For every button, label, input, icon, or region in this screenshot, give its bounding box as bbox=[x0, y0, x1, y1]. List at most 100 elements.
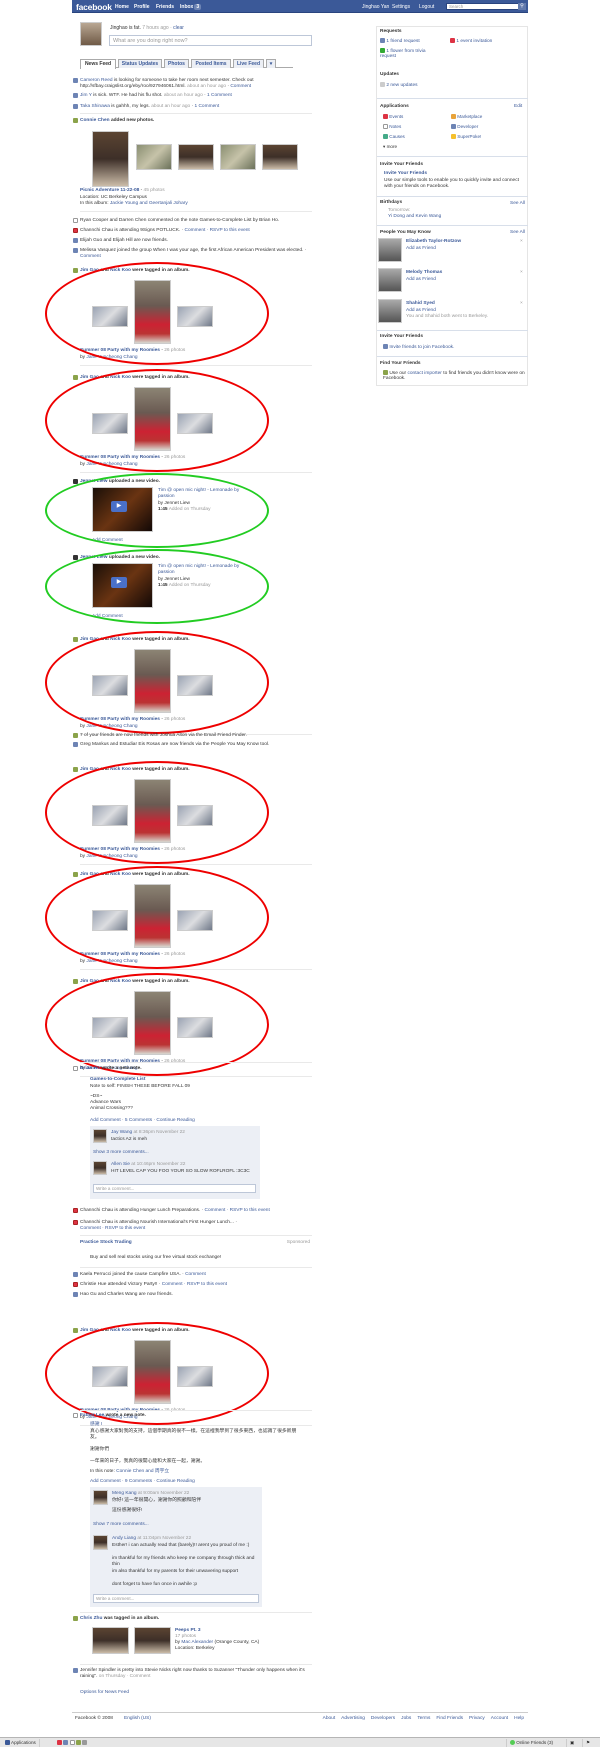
dismiss-close-icon[interactable]: × bbox=[520, 301, 523, 307]
photo-thumbnail[interactable] bbox=[178, 144, 214, 170]
photo-thumbnail[interactable] bbox=[92, 805, 128, 826]
photo-thumbnail[interactable] bbox=[262, 144, 298, 170]
video-icon[interactable] bbox=[82, 1740, 88, 1746]
suggested-person-name[interactable]: Melody Thomas bbox=[406, 270, 442, 276]
photo-thumbnail[interactable] bbox=[177, 910, 213, 931]
add-comment-link[interactable]: Add Comment bbox=[92, 614, 322, 620]
photo-thumbnail[interactable] bbox=[177, 306, 213, 327]
app-superpoke[interactable]: SuperPoke! bbox=[451, 134, 481, 140]
links-icon[interactable] bbox=[75, 1740, 81, 1746]
chat-options-icon[interactable]: ▣ bbox=[566, 1739, 577, 1747]
story-actor[interactable]: Father Lee bbox=[80, 1413, 104, 1418]
comment-link[interactable]: Comment bbox=[80, 254, 101, 259]
story-actor[interactable]: Jim Y bbox=[80, 93, 92, 98]
online-friends-button[interactable]: Online Friends (3) bbox=[506, 1739, 556, 1747]
story-actor[interactable]: Jim Gao bbox=[80, 767, 99, 772]
pymk-see-all[interactable]: See All bbox=[510, 230, 525, 236]
story-actor[interactable]: Cameron Reed bbox=[80, 78, 113, 83]
footer-link[interactable]: Developers bbox=[371, 1716, 395, 1721]
note-links[interactable]: Add Comment · 5 Comments · Continue Read… bbox=[90, 1118, 320, 1124]
footer-link[interactable]: Advertising bbox=[341, 1716, 365, 1721]
add-as-friend-link[interactable]: Add as Friend bbox=[406, 246, 436, 252]
story-actor[interactable]: Nick Koo bbox=[110, 767, 131, 772]
ad-title[interactable]: Practice Stock Trading bbox=[80, 1240, 132, 1245]
rsvp-link[interactable]: Comment · RSVP to this event bbox=[205, 1208, 270, 1213]
rsvp-link[interactable]: Comment · RSVP to this event bbox=[185, 228, 250, 233]
nav-friends[interactable]: Friends bbox=[156, 4, 174, 11]
album-owner-link[interactable]: Jane Yuncheong Chang bbox=[86, 724, 137, 729]
rsvp-link[interactable]: Comment · RSVP to this event bbox=[162, 1282, 227, 1287]
write-comment-input[interactable]: Write a comment... bbox=[93, 1184, 256, 1193]
photo-thumbnail[interactable] bbox=[134, 280, 171, 344]
story-actor[interactable]: Jim Gao bbox=[80, 637, 99, 642]
story-actor[interactable]: Nick Koo bbox=[110, 1328, 131, 1333]
photo-thumbnail[interactable] bbox=[134, 884, 171, 948]
note-title[interactable]: Games-to-Complete List bbox=[90, 1077, 320, 1083]
album-owner-link[interactable]: Jane Yuncheong Chang bbox=[86, 959, 137, 964]
suggested-person-name[interactable]: Shahid Syed bbox=[406, 301, 435, 307]
write-comment-input[interactable]: Write a comment... bbox=[93, 1594, 259, 1603]
album-title[interactable]: Summer 08 Party with my Roomies bbox=[80, 455, 160, 460]
story-actor[interactable]: Nick Koo bbox=[110, 268, 131, 273]
story-actor[interactable]: Jim Gao bbox=[80, 375, 99, 380]
add-comment-link[interactable]: Add Comment bbox=[92, 538, 322, 544]
video-title-link[interactable]: Tim @ open mic night! - Lemonade by pass… bbox=[158, 488, 250, 499]
profile-picture[interactable] bbox=[80, 22, 102, 46]
footer-link[interactable]: Account bbox=[491, 1716, 508, 1721]
nav-logout[interactable]: Logout bbox=[419, 4, 434, 11]
album-owner-link[interactable]: Jane Yuncheong Chang bbox=[86, 462, 137, 467]
album-owner-link[interactable]: Mac Alexander bbox=[181, 1640, 213, 1645]
invite-friends-join-link[interactable]: Invite friends to join Facebook. bbox=[383, 344, 454, 350]
add-as-friend-link[interactable]: Add as Friend bbox=[406, 277, 436, 283]
flower-request-link[interactable]: 1 flower from trivia request bbox=[380, 48, 440, 60]
birthday-names[interactable]: Yi Dong and Kevin Wang bbox=[388, 214, 441, 220]
album-title[interactable]: Peeps Pt. 3 bbox=[175, 1628, 295, 1634]
tab-live-feed[interactable]: Live Feed bbox=[233, 59, 264, 68]
notifications-icon[interactable]: ⚑ bbox=[582, 1739, 593, 1747]
footer-link[interactable]: Terms bbox=[417, 1716, 430, 1721]
photo-thumbnail[interactable] bbox=[134, 1627, 171, 1654]
suggested-person-photo[interactable] bbox=[378, 299, 402, 323]
video-thumbnail[interactable]: ▶ bbox=[92, 487, 153, 532]
story-actor[interactable]: Connie Chen bbox=[80, 118, 110, 123]
photo-thumbnail[interactable] bbox=[177, 413, 213, 434]
search-input[interactable]: Search bbox=[446, 3, 526, 10]
story-actor[interactable]: Brian Ho bbox=[80, 1066, 100, 1071]
photo-thumbnail[interactable] bbox=[92, 1366, 128, 1387]
rsvp-link[interactable]: Comment · RSVP to this event bbox=[80, 1226, 145, 1231]
commenter-avatar[interactable] bbox=[93, 1161, 107, 1175]
photo-thumbnail[interactable] bbox=[136, 144, 172, 170]
story-actor[interactable]: Chris Zhu bbox=[80, 1616, 102, 1621]
commenter-avatar[interactable] bbox=[93, 1535, 108, 1550]
album-people-links[interactable]: Jackie Young and Geertanjali Johary bbox=[110, 201, 188, 206]
photo-thumbnail[interactable] bbox=[134, 779, 171, 843]
album-title[interactable]: Summer 08 Party with my Roomies bbox=[80, 847, 160, 852]
tab-status-updates[interactable]: Status Updates bbox=[118, 59, 162, 68]
note-tagged-links[interactable]: Connie Chen and 周宇立 bbox=[116, 1469, 169, 1474]
suggested-person-photo[interactable] bbox=[378, 268, 402, 292]
story-actor[interactable]: Nick Koo bbox=[110, 979, 131, 984]
facebook-logo[interactable]: facebook bbox=[76, 2, 112, 13]
status-input[interactable]: What are you doing right now? bbox=[109, 35, 312, 46]
photo-thumbnail[interactable] bbox=[177, 805, 213, 826]
photo-thumbnail[interactable] bbox=[177, 1017, 213, 1038]
comment-link[interactable]: 1 Comment bbox=[194, 104, 219, 109]
dismiss-close-icon[interactable]: × bbox=[520, 239, 523, 245]
tab-more-chevron-down-icon[interactable]: ▾ bbox=[266, 59, 276, 68]
photo-thumbnail[interactable] bbox=[134, 649, 171, 713]
story-actor[interactable]: Nick Koo bbox=[110, 872, 131, 877]
app-developer[interactable]: Developer bbox=[451, 124, 478, 130]
app-marketplace[interactable]: Marketplace bbox=[451, 114, 482, 120]
footer-link[interactable]: About bbox=[323, 1716, 336, 1721]
app-notes[interactable]: Notes bbox=[383, 124, 401, 130]
suggested-person-photo[interactable] bbox=[378, 238, 402, 262]
story-actor[interactable]: Jennet Liew bbox=[80, 479, 107, 484]
note-links[interactable]: Add Comment · 9 Comments · Continue Read… bbox=[90, 1479, 320, 1485]
commenter-name[interactable]: Allen Sie bbox=[111, 1162, 130, 1167]
applications-menu-button[interactable]: Applications bbox=[2, 1739, 40, 1747]
show-more-comments[interactable]: Show 7 more comments... bbox=[93, 1522, 253, 1528]
applications-edit-link[interactable]: Edit bbox=[514, 104, 522, 110]
photo-thumbnail[interactable] bbox=[92, 910, 128, 931]
photo-thumbnail[interactable] bbox=[92, 413, 128, 434]
photo-thumbnail[interactable] bbox=[92, 675, 128, 696]
